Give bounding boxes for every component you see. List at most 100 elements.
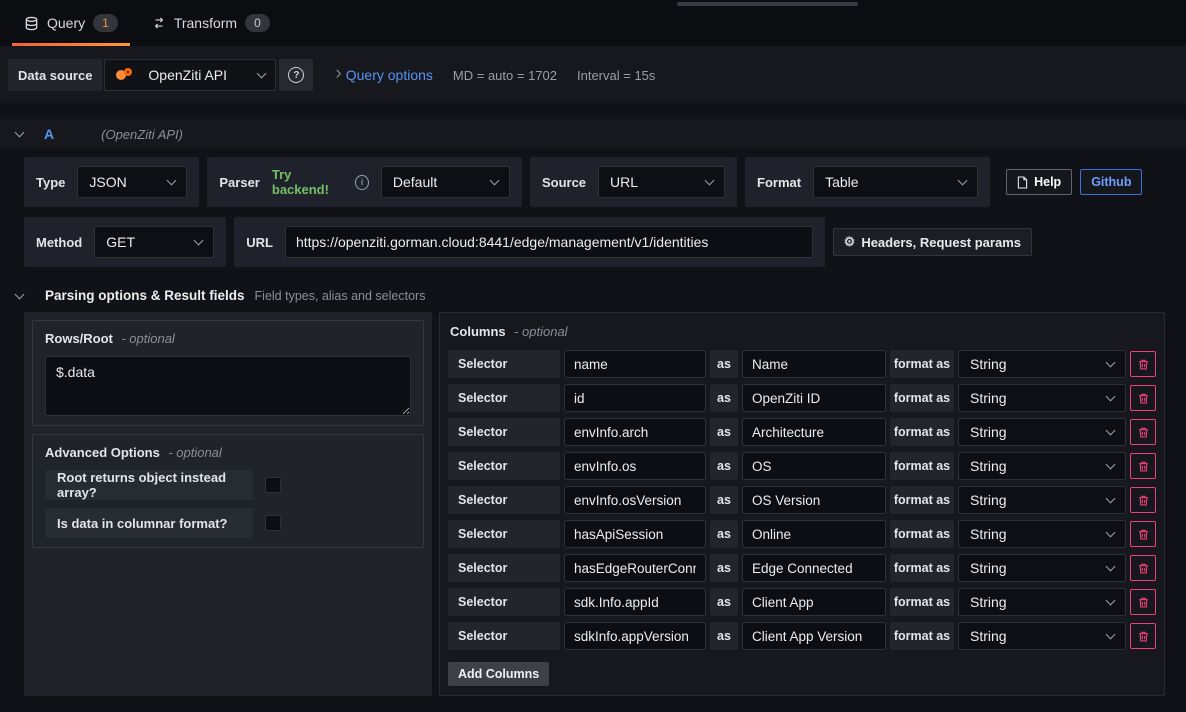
column-alias-input[interactable] [742,622,886,650]
delete-column-button[interactable] [1130,555,1156,581]
format-as-label: format as [890,588,954,616]
column-format-select[interactable]: String [958,588,1126,616]
rows-root-label: Rows/Root [45,331,113,346]
help-button[interactable]: Help [1006,169,1072,195]
tab-query[interactable]: Query 1 [12,0,130,46]
column-alias-input[interactable] [742,384,886,412]
url-input[interactable] [285,226,813,258]
query-options-toggle[interactable]: Query options [346,67,433,83]
chevron-down-icon [1106,596,1116,606]
method-select[interactable]: GET [94,226,214,258]
chevron-down-icon [1106,494,1116,504]
query-options-row: Type JSON Parser Try backend! i Default … [24,157,1162,207]
delete-column-button[interactable] [1130,589,1156,615]
column-alias-input[interactable] [742,554,886,582]
query-row-header[interactable]: A (OpenZiti API) [0,119,1186,149]
delete-column-button[interactable] [1130,487,1156,513]
column-alias-input[interactable] [742,418,886,446]
as-label: as [710,622,738,650]
as-label: as [710,520,738,548]
column-selector-input[interactable] [564,622,706,650]
column-alias-input[interactable] [742,452,886,480]
trash-icon [1137,528,1150,541]
parsing-section-subtitle: Field types, alias and selectors [255,289,426,303]
chevron-down-icon [1106,528,1116,538]
column-selector-input[interactable] [564,350,706,378]
parsing-options-section-toggle[interactable]: Parsing options & Result fields Field ty… [16,288,1186,303]
delete-column-button[interactable] [1130,419,1156,445]
query-datasource-hint: (OpenZiti API) [101,127,183,142]
chevron-down-icon [194,236,204,246]
rows-root-card: Rows/Root - optional $.data [32,320,424,426]
column-format-value: String [970,356,1007,372]
column-format-value: String [970,492,1007,508]
column-selector-input[interactable] [564,384,706,412]
source-label: Source [542,175,586,190]
root-returns-object-checkbox[interactable] [265,477,281,493]
column-alias-input[interactable] [742,350,886,378]
trash-icon [1137,630,1150,643]
type-select[interactable]: JSON [77,166,187,198]
chevron-down-icon [1106,426,1116,436]
parser-select[interactable]: Default [381,166,510,198]
tab-transform[interactable]: Transform 0 [140,0,282,46]
github-button[interactable]: Github [1080,169,1142,195]
panel-resize-handle[interactable] [677,2,858,6]
column-format-value: String [970,390,1007,406]
column-format-select[interactable]: String [958,554,1126,582]
column-selector-input[interactable] [564,554,706,582]
database-icon [24,16,39,31]
delete-column-button[interactable] [1130,385,1156,411]
delete-column-button[interactable] [1130,521,1156,547]
columns-optional-hint: - optional [514,324,567,339]
info-circle-icon[interactable]: i [355,175,369,190]
column-selector-input[interactable] [564,452,706,480]
column-format-value: String [970,560,1007,576]
column-row: Selector as format as String [448,350,1156,378]
query-count-badge: 1 [93,14,118,32]
column-selector-input[interactable] [564,588,706,616]
delete-column-button[interactable] [1130,351,1156,377]
column-selector-input[interactable] [564,520,706,548]
delete-column-button[interactable] [1130,453,1156,479]
column-alias-input[interactable] [742,520,886,548]
format-select[interactable]: Table [813,166,978,198]
column-format-value: String [970,526,1007,542]
selector-label: Selector [448,622,560,650]
source-select[interactable]: URL [598,166,725,198]
method-field: Method GET [24,217,226,267]
tab-query-label: Query [47,15,85,31]
rows-root-input[interactable]: $.data [45,356,411,416]
column-format-select[interactable]: String [958,622,1126,650]
chevron-down-icon [1106,358,1116,368]
datasource-picker[interactable]: OpenZiti API [104,59,276,91]
add-columns-button[interactable]: Add Columns [448,662,549,686]
column-format-select[interactable]: String [958,384,1126,412]
datasource-help-button[interactable]: ? [279,59,313,91]
delete-column-button[interactable] [1130,623,1156,649]
column-format-select[interactable]: String [958,350,1126,378]
root-returns-object-label: Root returns object instead array? [45,470,253,500]
column-format-select[interactable]: String [958,520,1126,548]
column-alias-input[interactable] [742,486,886,514]
help-button-label: Help [1034,175,1061,189]
advanced-option-row: Root returns object instead array? [45,470,411,500]
columnar-format-checkbox[interactable] [265,515,281,531]
columns-panel: Columns - optional Selector as format as… [439,312,1165,696]
column-selector-input[interactable] [564,418,706,446]
column-format-value: String [970,424,1007,440]
transform-count-badge: 0 [245,14,270,32]
column-alias-input[interactable] [742,588,886,616]
request-row: Method GET URL ⚙ Headers, Request params [24,217,1162,267]
chevron-down-icon [15,128,25,138]
headers-request-params-button[interactable]: ⚙ Headers, Request params [833,228,1032,256]
column-selector-input[interactable] [564,486,706,514]
parser-try-backend-hint: Try backend! [272,167,343,197]
parsing-left-column: Rows/Root - optional $.data Advanced Opt… [24,312,432,696]
format-label: Format [757,175,801,190]
column-format-select[interactable]: String [958,452,1126,480]
column-format-select[interactable]: String [958,418,1126,446]
column-format-select[interactable]: String [958,486,1126,514]
format-as-label: format as [890,520,954,548]
column-format-value: String [970,458,1007,474]
